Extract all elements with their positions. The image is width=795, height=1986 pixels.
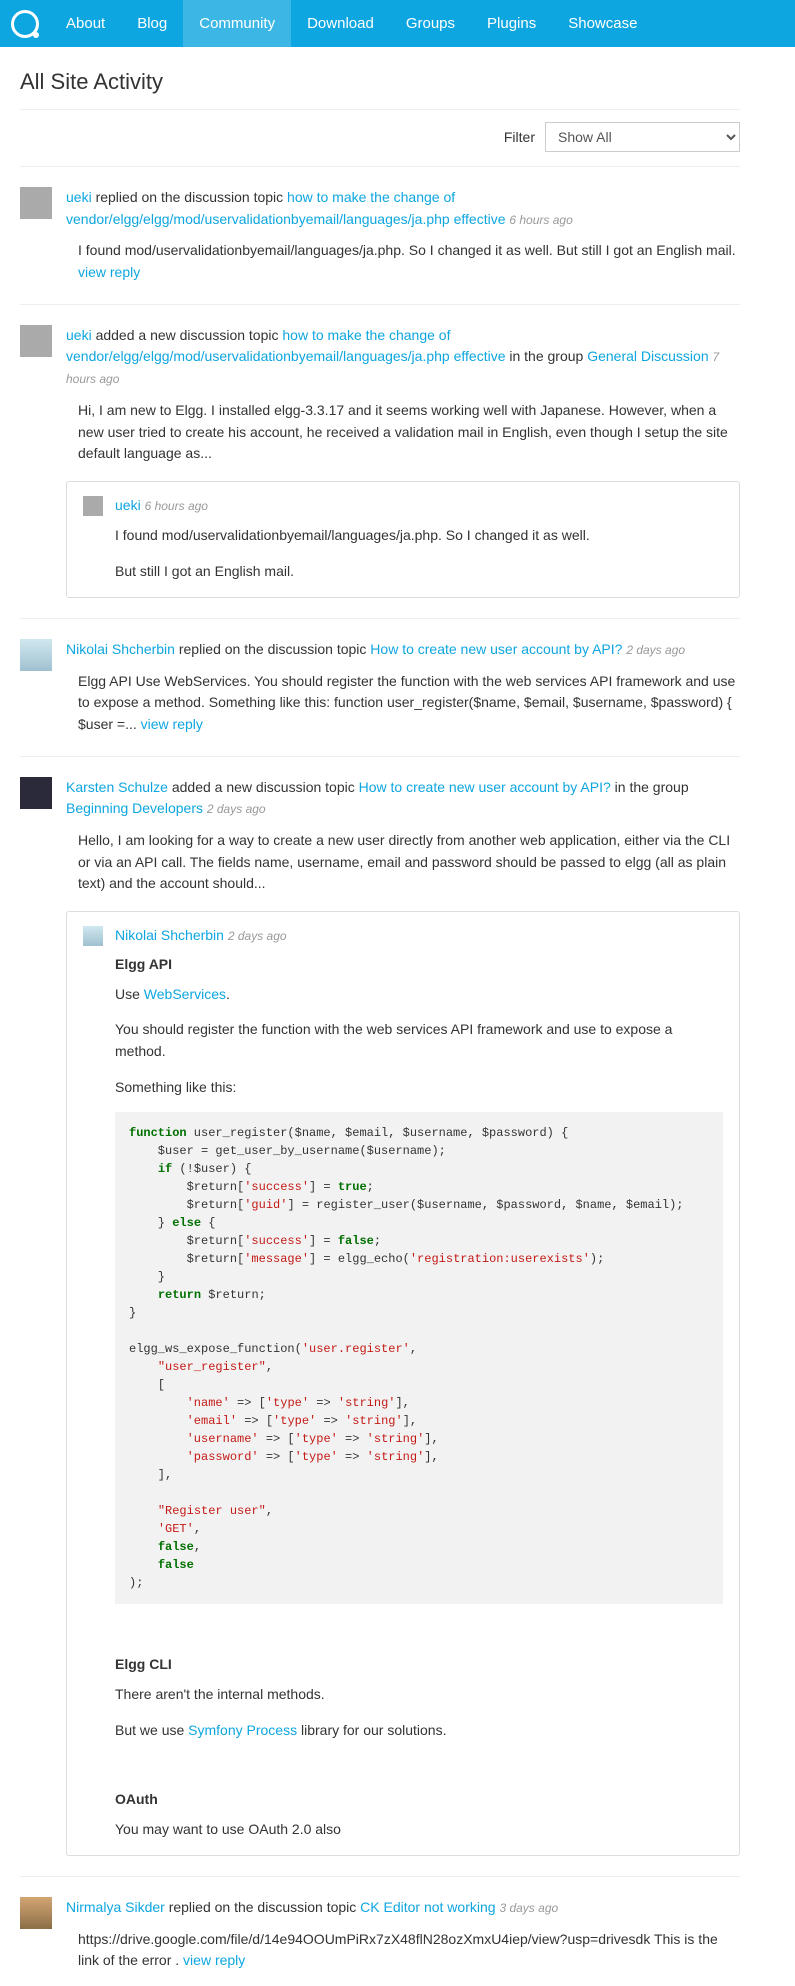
webservices-link[interactable]: WebServices	[144, 986, 226, 1002]
excerpt: Elgg API Use WebServices. You should reg…	[66, 671, 740, 736]
nav-item-community[interactable]: Community	[183, 0, 291, 47]
topic-link[interactable]: How to create new user account by API?	[370, 641, 622, 657]
comment-text: You should register the function with th…	[115, 1019, 723, 1062]
activity-body: Nirmalya Sikder replied on the discussio…	[66, 1897, 740, 1972]
avatar[interactable]	[20, 639, 52, 671]
logo-icon	[11, 10, 39, 38]
topic-link[interactable]: how to make the change of vendor/elgg/el…	[66, 327, 505, 365]
avatar[interactable]	[20, 325, 52, 357]
topic-link[interactable]: CK Editor not working	[360, 1899, 495, 1915]
user-link[interactable]: Karsten Schulze	[66, 779, 168, 795]
view-reply-link[interactable]: view reply	[141, 716, 203, 732]
comment-body: ueki 6 hours ago I found mod/uservalidati…	[115, 496, 723, 583]
nav-item-about[interactable]: About	[50, 0, 121, 47]
comment-box: ueki 6 hours ago I found mod/uservalidati…	[66, 481, 740, 598]
symfony-link[interactable]: Symfony Process	[188, 1722, 297, 1738]
excerpt: I found mod/uservalidationbyemail/langua…	[66, 240, 740, 283]
comment-body: Nikolai Shcherbin 2 days ago Elgg API Use …	[115, 926, 723, 1841]
avatar[interactable]	[20, 187, 52, 219]
filter-row: Filter Show All	[20, 110, 740, 167]
spacer	[115, 1620, 723, 1642]
activity-summary: ueki replied on the discussion topic how…	[66, 187, 740, 230]
heading: OAuth	[115, 1791, 723, 1807]
activity-item: Nikolai Shcherbin replied on the discuss…	[20, 618, 740, 738]
group-link[interactable]: General Discussion	[587, 348, 708, 364]
site-logo[interactable]	[0, 0, 50, 47]
comment-content: I found mod/uservalidationbyemail/langua…	[115, 525, 723, 582]
top-navbar: AboutBlogCommunityDownloadGroupsPluginsS…	[0, 0, 795, 47]
comment-text: There aren't the internal methods.	[115, 1684, 723, 1706]
filter-label: Filter	[504, 129, 535, 145]
activity-body: Karsten Schulze added a new discussion t…	[66, 777, 740, 1856]
activity-summary: Nikolai Shcherbin replied on the discuss…	[66, 639, 740, 661]
heading: Elgg API	[115, 956, 723, 972]
activity-feed: ueki replied on the discussion topic how…	[20, 167, 740, 1974]
activity-summary: ueki added a new discussion topic how to…	[66, 325, 740, 390]
page-title: All Site Activity	[20, 59, 740, 110]
topic-link[interactable]: How to create new user account by API?	[359, 779, 611, 795]
user-link[interactable]: ueki	[66, 327, 92, 343]
activity-body: ueki replied on the discussion topic how…	[66, 187, 740, 284]
comment-head: Nikolai Shcherbin 2 days ago	[115, 926, 723, 946]
nav-item-download[interactable]: Download	[291, 0, 390, 47]
code-block: function user_register($name, $email, $u…	[115, 1112, 723, 1604]
user-link[interactable]: ueki	[66, 189, 92, 205]
comment-box: Nikolai Shcherbin 2 days ago Elgg API Use …	[66, 911, 740, 1856]
comment-content: Elgg API Use WebServices. You should regis…	[115, 956, 723, 1841]
excerpt: https://drive.google.com/file/d/14e94OOU…	[66, 1929, 740, 1972]
filter-select[interactable]: Show All	[545, 122, 740, 152]
group-link[interactable]: Beginning Developers	[66, 800, 203, 816]
activity-item: ueki added a new discussion topic how to…	[20, 304, 740, 600]
timestamp: 2 days ago	[207, 802, 266, 816]
activity-summary: Karsten Schulze added a new discussion t…	[66, 777, 740, 820]
user-link[interactable]: Nikolai Shcherbin	[115, 927, 224, 943]
timestamp: 6 hours ago	[145, 499, 208, 513]
avatar[interactable]	[83, 926, 103, 946]
avatar[interactable]	[20, 1897, 52, 1929]
activity-body: Nikolai Shcherbin replied on the discuss…	[66, 639, 740, 736]
comment-head: ueki 6 hours ago	[115, 496, 723, 516]
avatar[interactable]	[83, 496, 103, 516]
spacer	[115, 1755, 723, 1777]
excerpt: Hi, I am new to Elgg. I installed elgg-3…	[66, 400, 740, 465]
comment-text: But still I got an English mail.	[115, 561, 723, 583]
activity-item: Karsten Schulze added a new discussion t…	[20, 756, 740, 1858]
avatar[interactable]	[20, 777, 52, 809]
nav-item-groups[interactable]: Groups	[390, 0, 471, 47]
nav-item-showcase[interactable]: Showcase	[552, 0, 653, 47]
nav-item-plugins[interactable]: Plugins	[471, 0, 552, 47]
comment-text: You may want to use OAuth 2.0 also	[115, 1819, 723, 1841]
comment-text: Use WebServices.	[115, 984, 723, 1006]
nav-item-blog[interactable]: Blog	[121, 0, 183, 47]
activity-item: Nirmalya Sikder replied on the discussio…	[20, 1876, 740, 1974]
main-nav: AboutBlogCommunityDownloadGroupsPluginsS…	[50, 0, 653, 47]
activity-item: ueki replied on the discussion topic how…	[20, 167, 740, 286]
excerpt: Hello, I am looking for a way to create …	[66, 830, 740, 895]
user-link[interactable]: Nirmalya Sikder	[66, 1899, 165, 1915]
view-reply-link[interactable]: view reply	[183, 1952, 245, 1968]
timestamp: 2 days ago	[626, 643, 685, 657]
comment-text: But we use Symfony Process library for o…	[115, 1720, 723, 1742]
timestamp: 2 days ago	[228, 929, 287, 943]
activity-summary: Nirmalya Sikder replied on the discussio…	[66, 1897, 740, 1919]
timestamp: 3 days ago	[499, 1901, 558, 1915]
comment-text: I found mod/uservalidationbyemail/langua…	[115, 525, 723, 547]
activity-body: ueki added a new discussion topic how to…	[66, 325, 740, 598]
heading: Elgg CLI	[115, 1656, 723, 1672]
user-link[interactable]: Nikolai Shcherbin	[66, 641, 175, 657]
view-reply-link[interactable]: view reply	[78, 264, 140, 280]
user-link[interactable]: ueki	[115, 497, 141, 513]
topic-link[interactable]: how to make the change of vendor/elgg/el…	[66, 189, 505, 227]
timestamp: 6 hours ago	[509, 213, 572, 227]
main-content: All Site Activity Filter Show All ueki r…	[0, 47, 760, 1986]
comment-text: Something like this:	[115, 1077, 723, 1099]
